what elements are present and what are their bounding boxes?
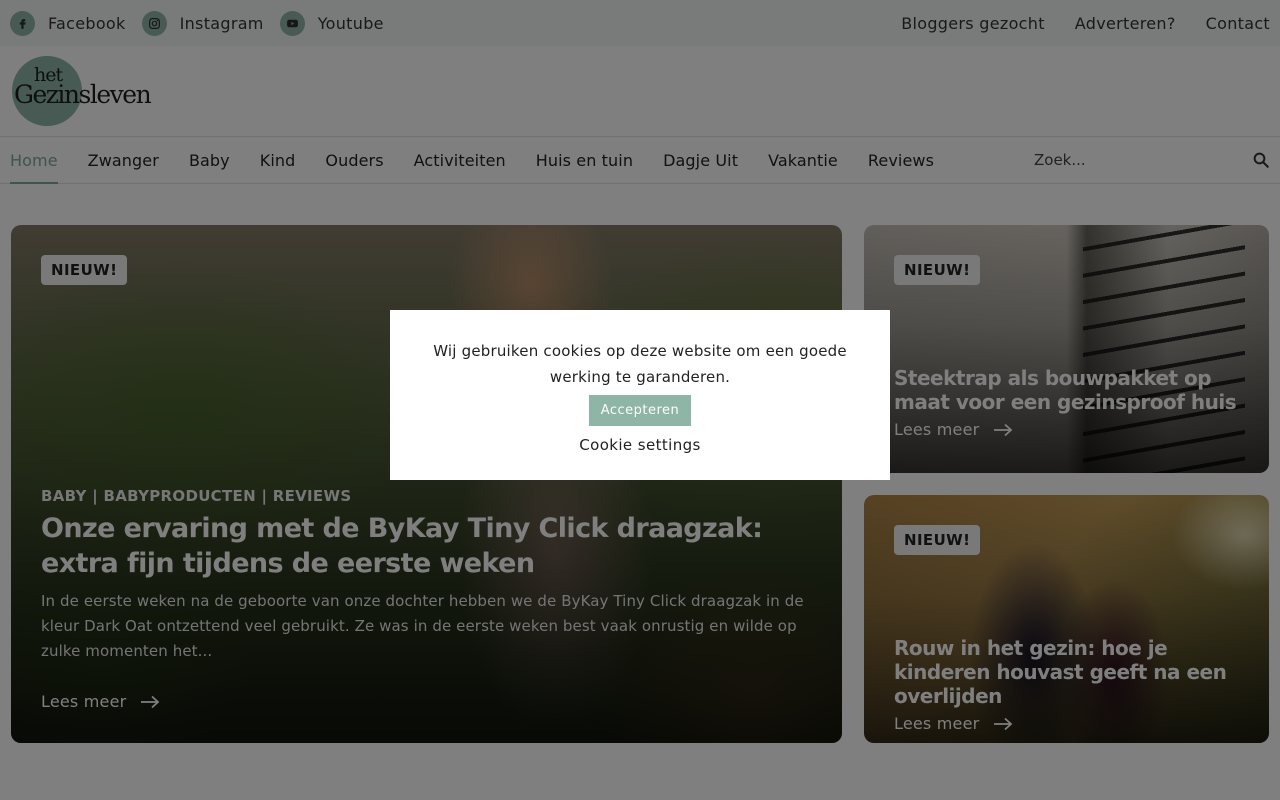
cookie-dialog: Wij gebruiken cookies op deze website om… [390, 310, 890, 480]
accept-cookies-button[interactable]: Accepteren [588, 395, 692, 426]
cookie-settings-link[interactable]: Cookie settings [390, 436, 890, 454]
cookie-message: Wij gebruiken cookies op deze website om… [433, 342, 847, 386]
